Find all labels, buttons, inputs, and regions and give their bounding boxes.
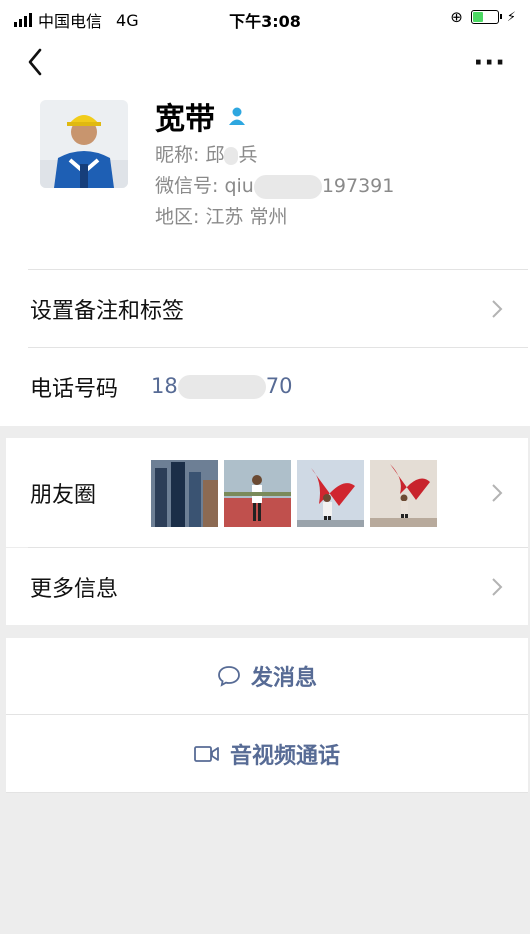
more-info-row[interactable]: 更多信息 — [6, 548, 528, 625]
phone-label: 电话号码 — [30, 376, 119, 402]
more-button[interactable]: ··· — [473, 48, 506, 78]
video-call-button[interactable]: 音视频通话 — [6, 715, 528, 792]
moments-photo — [370, 460, 437, 527]
nickname-suffix: 兵 — [238, 144, 258, 166]
contact-name: 宽带 — [155, 102, 215, 137]
wechat-id-suffix: 197391 — [321, 175, 395, 197]
redacted-mark — [253, 174, 322, 199]
remark-tags-label: 设置备注和标签 — [30, 298, 185, 324]
chat-bubble-icon — [218, 666, 240, 687]
chevron-left-icon — [28, 48, 42, 76]
phone-prefix: 18 — [151, 374, 178, 398]
status-bar: 中国电信 4G 下午3:08 ⊕ ⚡ — [0, 0, 530, 36]
chevron-right-icon — [492, 577, 503, 596]
moments-photo — [224, 460, 291, 527]
chevron-right-icon — [492, 483, 503, 502]
charging-icon: ⚡ — [506, 9, 516, 25]
redacted-mark — [177, 375, 266, 399]
phone-suffix: 70 — [265, 374, 293, 398]
wechat-id-prefix: 微信号: qiu — [155, 175, 254, 197]
video-call-label: 音视频通话 — [229, 743, 340, 769]
moments-photo — [297, 460, 364, 527]
moments-photo — [151, 460, 218, 527]
redacted-mark — [224, 146, 239, 165]
back-button[interactable] — [22, 46, 50, 78]
more-info-label: 更多信息 — [30, 576, 119, 602]
verified-user-icon — [229, 107, 245, 125]
video-camera-icon — [194, 745, 219, 762]
wechat-id-line: 微信号: qiu 197391 — [155, 171, 394, 199]
moments-photos — [151, 460, 437, 527]
nickname-line: 昵称: 邱兵 — [155, 140, 257, 167]
phone-number[interactable]: 18 70 — [151, 374, 292, 399]
nickname-prefix: 昵称: 邱 — [155, 144, 225, 166]
chevron-right-icon — [492, 299, 503, 318]
moments-row[interactable]: 朋友圈 — [6, 438, 528, 547]
name-row: 宽带 — [155, 94, 247, 138]
battery-icon — [470, 10, 502, 24]
avatar[interactable] — [40, 100, 128, 188]
remark-tags-row[interactable]: 设置备注和标签 — [6, 270, 528, 347]
send-message-button[interactable]: 发消息 — [6, 638, 528, 714]
orientation-lock-icon: ⊕ — [450, 8, 463, 26]
avatar-image — [40, 100, 128, 188]
region-line: 地区: 江苏 常州 — [155, 206, 288, 228]
divider — [6, 792, 528, 793]
send-message-label: 发消息 — [250, 666, 317, 691]
status-right: ⊕ ⚡ — [450, 8, 516, 26]
phone-row[interactable]: 电话号码 18 70 — [6, 348, 528, 425]
profile-header: 宽带 昵称: 邱兵 微信号: qiu 197391 地区: 江苏 常州 — [40, 100, 510, 240]
moments-label: 朋友圈 — [30, 482, 97, 508]
